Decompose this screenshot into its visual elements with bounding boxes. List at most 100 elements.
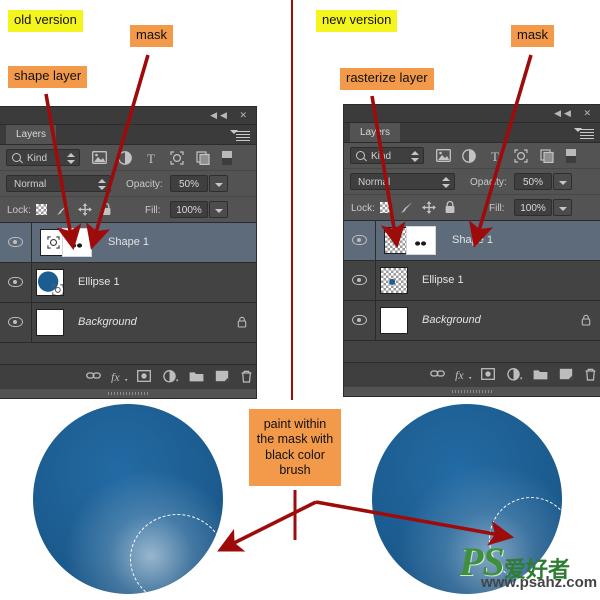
close-icon[interactable]: ✕ <box>583 108 594 118</box>
pixel-filter-icon[interactable] <box>92 151 107 165</box>
add-mask-icon[interactable] <box>481 368 495 383</box>
shape-filter-icon[interactable] <box>514 149 529 163</box>
layer-visibility-icon[interactable] <box>8 317 23 327</box>
fill-stepper-left[interactable] <box>209 201 228 218</box>
layer-list-right[interactable]: Shape 1 Ellipse 1 Background <box>344 221 600 362</box>
link-layers-icon[interactable] <box>86 370 101 385</box>
collapse-icon[interactable]: ◀◀ <box>554 108 574 118</box>
panel-window-controls-left[interactable]: ◀◀ ✕ <box>210 110 250 121</box>
panel-resize-grip-right[interactable] <box>344 387 600 396</box>
lock-image-icon[interactable] <box>400 201 415 215</box>
opacity-value-left[interactable]: 50% <box>170 175 208 192</box>
panel-lock-row-left[interactable]: Lock: Fill: 100% <box>0 197 256 223</box>
close-icon[interactable]: ✕ <box>239 110 250 120</box>
tab-layers-left[interactable]: Layers <box>6 125 57 144</box>
layer-visibility-icon[interactable] <box>8 277 23 287</box>
table-row[interactable]: Ellipse 1 <box>344 261 600 301</box>
layer-name-label[interactable]: Background <box>422 314 481 326</box>
blend-mode-dropdown-right[interactable]: Normal <box>350 173 455 190</box>
layers-panel-left[interactable]: ◀◀ ✕ Layers Kind T Normal Opacity: 50% L… <box>0 107 256 398</box>
lock-position-icon[interactable] <box>422 201 437 215</box>
layer-visibility-icon[interactable] <box>352 235 367 245</box>
add-mask-icon[interactable] <box>137 370 151 385</box>
new-layer-icon[interactable] <box>215 370 229 385</box>
layer-name-label[interactable]: Ellipse 1 <box>422 274 464 286</box>
layer-style-fx-icon[interactable]: fx <box>455 368 472 384</box>
layers-panel-right[interactable]: ◀◀ ✕ Layers Kind T Normal Opacity: 50% L… <box>344 105 600 396</box>
layer-thumbnail-background[interactable] <box>380 307 408 334</box>
layer-name-label[interactable]: Shape 1 <box>452 234 493 246</box>
lock-position-icon[interactable] <box>78 203 93 217</box>
panel-window-controls-right[interactable]: ◀◀ ✕ <box>554 108 594 119</box>
layer-style-fx-icon[interactable]: fx <box>111 370 128 386</box>
tab-layers-right[interactable]: Layers <box>350 123 401 142</box>
smart-object-filter-icon[interactable] <box>540 149 555 163</box>
delete-layer-icon[interactable] <box>240 370 253 386</box>
opacity-stepper-left[interactable] <box>209 175 228 192</box>
table-row[interactable]: Background <box>344 301 600 341</box>
link-layers-icon[interactable] <box>430 368 445 383</box>
table-row[interactable]: Shape 1 <box>0 223 256 263</box>
opacity-value-right[interactable]: 50% <box>514 173 552 190</box>
filter-kind-dropdown-right[interactable]: Kind <box>350 147 424 164</box>
panel-titlebar-right[interactable]: ◀◀ ✕ <box>344 105 600 123</box>
lock-image-icon[interactable] <box>56 203 71 217</box>
panel-blend-row-right[interactable]: Normal Opacity: 50% <box>344 169 600 195</box>
layer-list-left[interactable]: Shape 1 Ellipse 1 Background <box>0 223 256 364</box>
blend-mode-dropdown-left[interactable]: Normal <box>6 175 111 192</box>
table-row[interactable]: Background <box>0 303 256 343</box>
panel-blend-row-left[interactable]: Normal Opacity: 50% <box>0 171 256 197</box>
layer-thumbnail-raster[interactable] <box>380 267 408 294</box>
panel-resize-grip-left[interactable] <box>0 389 256 398</box>
layer-name-label[interactable]: Shape 1 <box>108 236 149 248</box>
table-row[interactable]: Ellipse 1 <box>0 263 256 303</box>
chevron-updown-icon[interactable] <box>98 179 106 190</box>
layer-visibility-icon[interactable] <box>352 315 367 325</box>
type-filter-icon[interactable]: T <box>144 151 159 165</box>
panel-menu-icon-right[interactable] <box>574 127 594 139</box>
panel-filter-row-right[interactable]: Kind T <box>344 143 600 169</box>
lock-all-icon[interactable] <box>100 202 115 216</box>
panel-bottom-toolbar-left[interactable]: fx <box>0 364 256 389</box>
fill-value-right[interactable]: 100% <box>514 199 552 216</box>
pixel-filter-icon[interactable] <box>436 149 451 163</box>
layer-name-label[interactable]: Ellipse 1 <box>78 276 120 288</box>
table-row[interactable]: Shape 1 <box>344 221 600 261</box>
new-layer-icon[interactable] <box>559 368 573 383</box>
new-group-icon[interactable] <box>533 368 548 383</box>
filter-toggle-icon[interactable] <box>566 149 576 163</box>
lock-transparency-icon[interactable] <box>380 202 391 213</box>
panel-bottom-toolbar-right[interactable]: fx <box>344 362 600 387</box>
filter-toggle-icon[interactable] <box>222 151 232 165</box>
layer-thumbnail-vector[interactable] <box>36 269 64 296</box>
panel-tabrow-left[interactable]: Layers <box>0 125 256 145</box>
panel-tabrow-right[interactable]: Layers <box>344 123 600 143</box>
fill-value-left[interactable]: 100% <box>170 201 208 218</box>
new-group-icon[interactable] <box>189 370 204 385</box>
panel-lock-row-right[interactable]: Lock: Fill: 100% <box>344 195 600 221</box>
shape-filter-icon[interactable] <box>170 151 185 165</box>
chevron-updown-icon[interactable] <box>442 177 450 188</box>
lock-transparency-icon[interactable] <box>36 204 47 215</box>
fill-stepper-right[interactable] <box>553 199 572 216</box>
panel-menu-icon-left[interactable] <box>230 129 250 141</box>
lock-all-icon[interactable] <box>444 200 459 214</box>
layer-name-label[interactable]: Background <box>78 316 137 328</box>
chevron-updown-icon[interactable] <box>411 151 419 162</box>
type-filter-icon[interactable]: T <box>488 149 503 163</box>
adjustment-layer-icon[interactable] <box>163 370 179 386</box>
layer-mask-thumbnail[interactable] <box>62 228 92 257</box>
chevron-updown-icon[interactable] <box>67 153 75 164</box>
layer-mask-thumbnail[interactable] <box>406 226 436 255</box>
collapse-icon[interactable]: ◀◀ <box>210 110 230 120</box>
layer-visibility-icon[interactable] <box>8 237 23 247</box>
adjustment-filter-icon[interactable] <box>462 149 477 163</box>
adjustment-filter-icon[interactable] <box>118 151 133 165</box>
filter-kind-dropdown-left[interactable]: Kind <box>6 149 80 166</box>
delete-layer-icon[interactable] <box>584 368 597 384</box>
panel-filter-row-left[interactable]: Kind T <box>0 145 256 171</box>
smart-object-filter-icon[interactable] <box>196 151 211 165</box>
layer-visibility-icon[interactable] <box>352 275 367 285</box>
opacity-stepper-right[interactable] <box>553 173 572 190</box>
panel-titlebar-left[interactable]: ◀◀ ✕ <box>0 107 256 125</box>
